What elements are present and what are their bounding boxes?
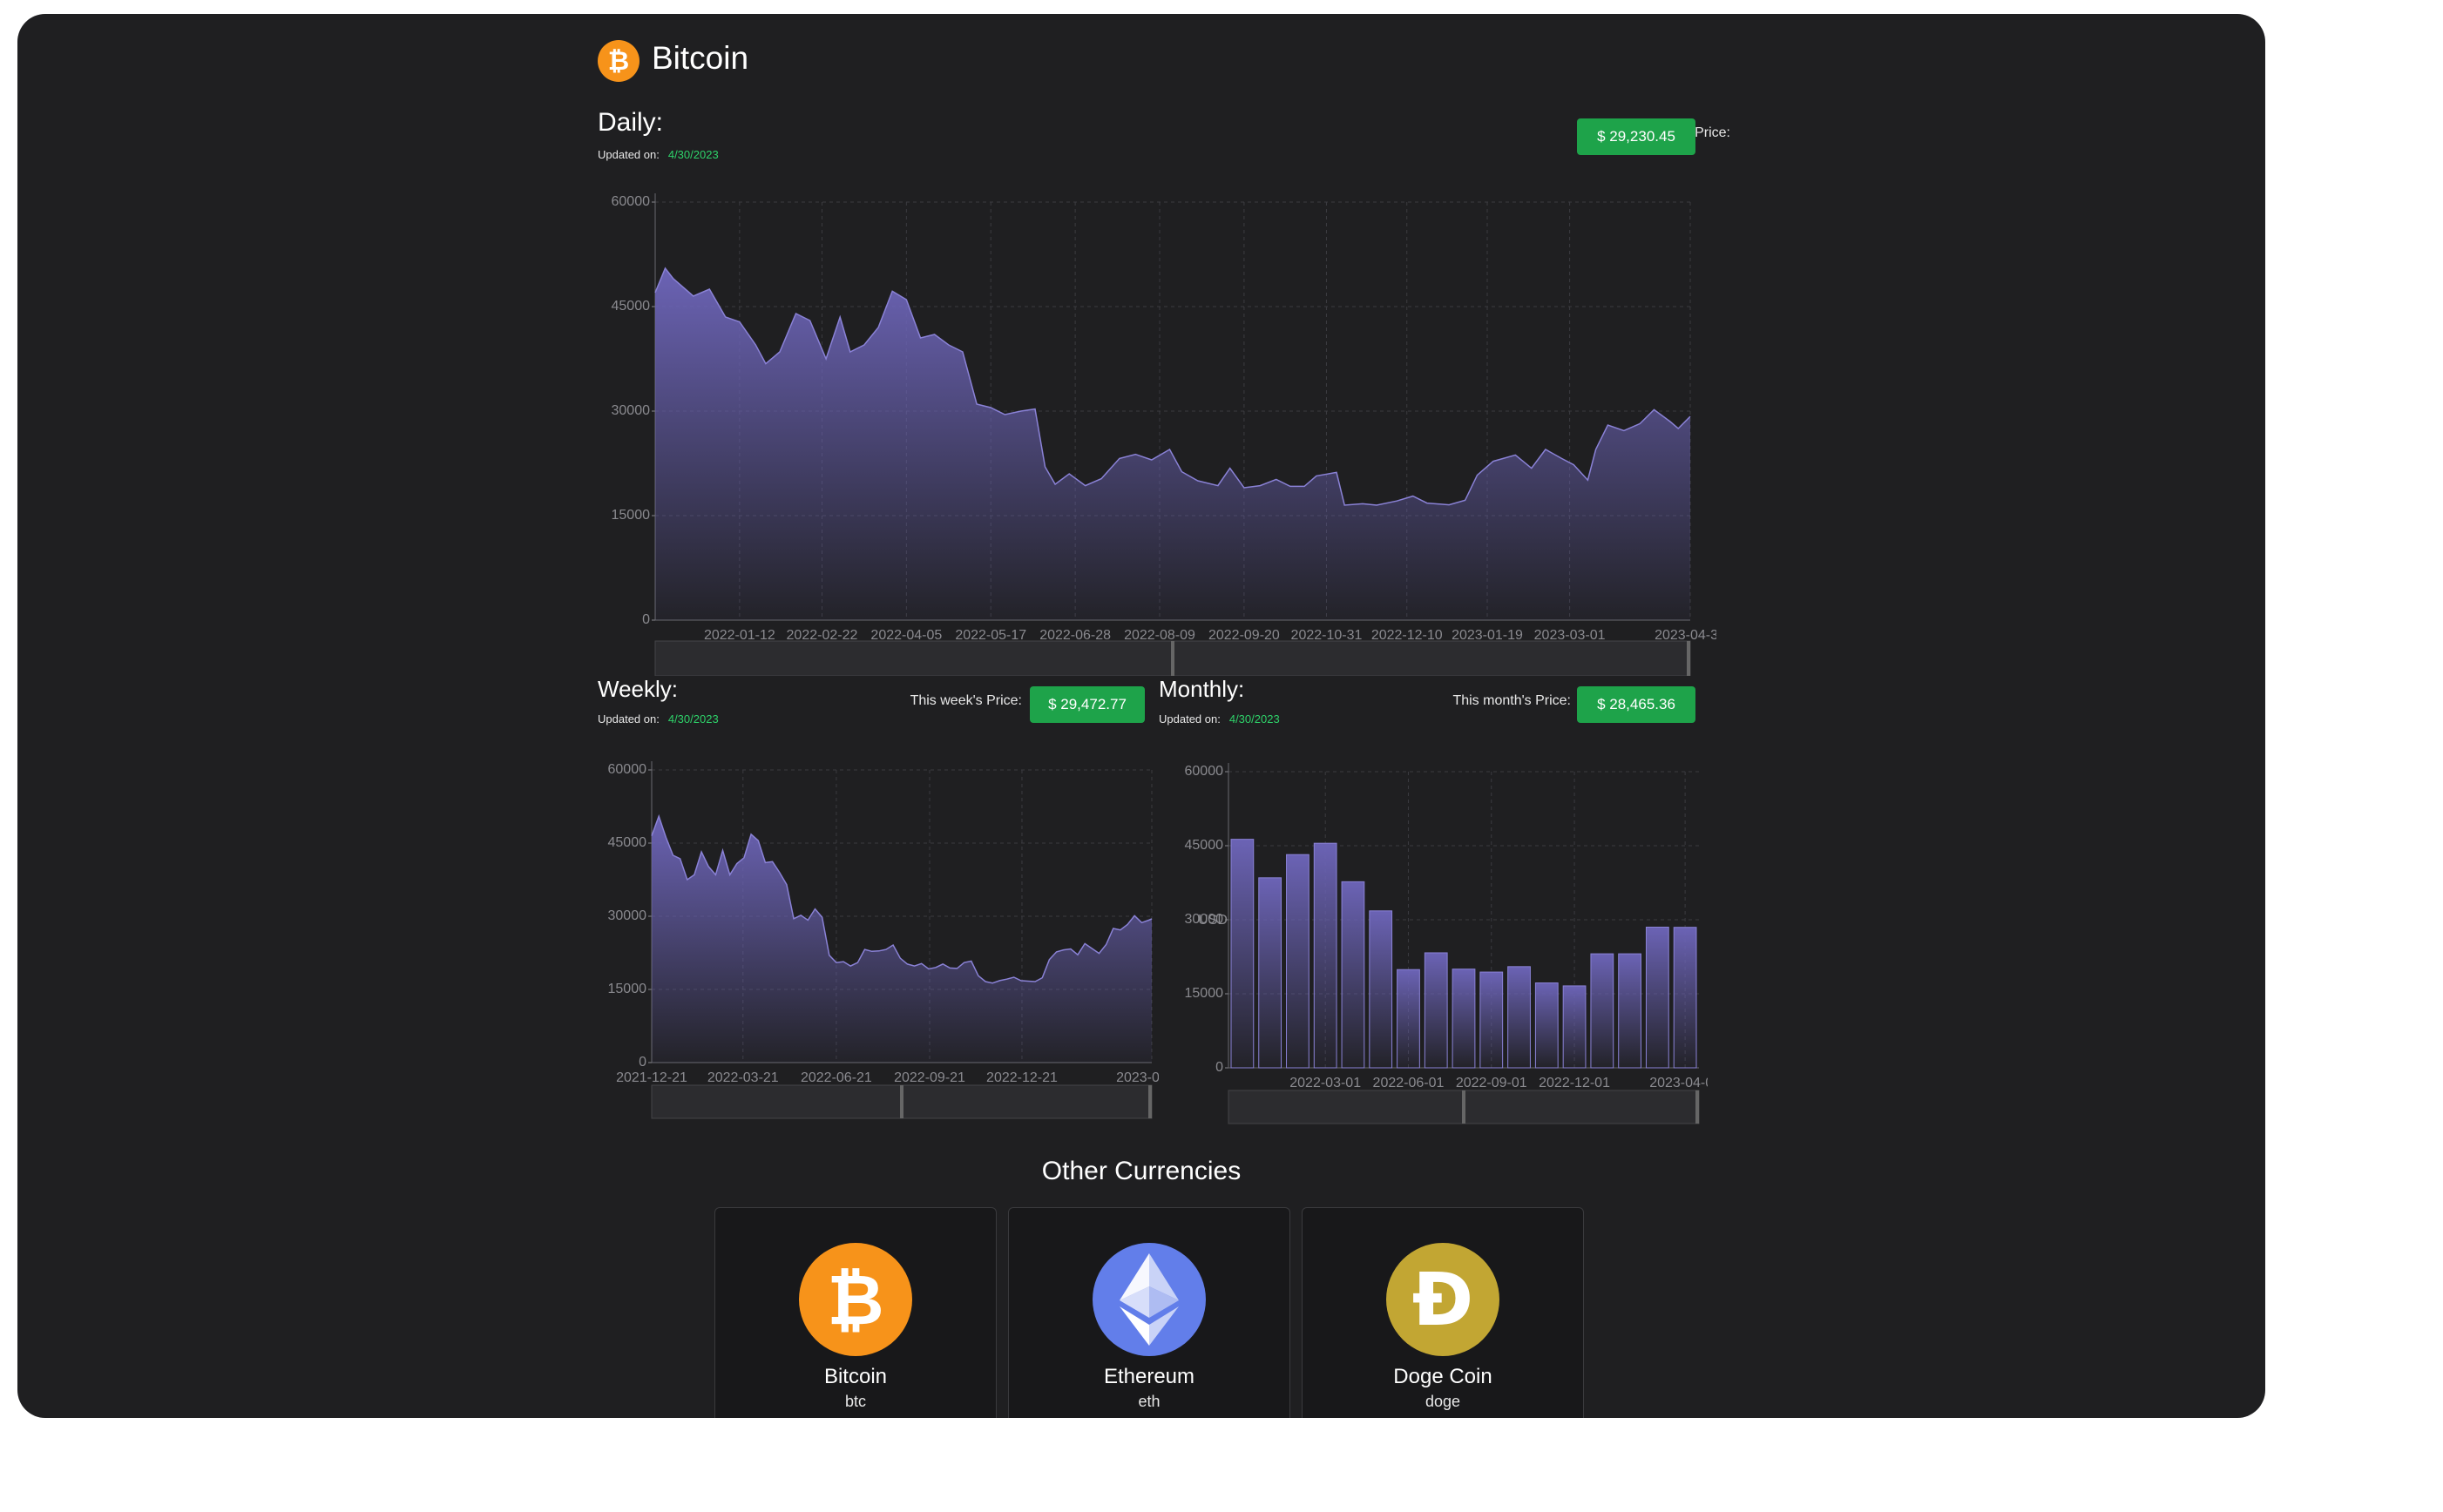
y-tick-label: 15000	[608, 982, 647, 996]
price-bar[interactable]	[1452, 969, 1476, 1069]
y-tick-label: 0	[1215, 1060, 1223, 1075]
y-tick-label: 15000	[1185, 986, 1224, 1001]
range-slider-handle-left[interactable]	[1462, 1090, 1465, 1124]
daily-price-button[interactable]: $ 29,230.45	[1577, 118, 1695, 155]
currency-name: Doge Coin	[1393, 1365, 1492, 1388]
currency-symbol: btc	[844, 1393, 866, 1410]
price-bar[interactable]	[1313, 842, 1337, 1069]
weekly-price-button[interactable]: $ 29,472.77	[1030, 686, 1145, 723]
price-bar[interactable]	[1479, 971, 1504, 1069]
y-tick-label: 45000	[608, 835, 647, 850]
x-tick-label: 2022-10-31	[1291, 628, 1363, 643]
y-tick-label: 0	[639, 1055, 646, 1070]
currency-card-bitcoin[interactable]: ₿ Bitcoin btc	[714, 1207, 997, 1418]
x-tick-label: 2022-06-28	[1039, 628, 1111, 643]
x-tick-label: 2022-02-22	[787, 628, 858, 643]
currency-name: Ethereum	[1103, 1365, 1195, 1388]
other-currencies-title: Other Currencies	[1041, 1157, 1242, 1185]
weekly-title: Weekly:	[598, 676, 678, 702]
weekly-updated: Updated on: 4/30/2023	[598, 712, 719, 726]
x-tick-label: 2022-09-21	[894, 1070, 965, 1085]
y-tick-label: 60000	[1185, 764, 1224, 779]
page-title: Bitcoin	[652, 40, 749, 76]
price-bar[interactable]	[1673, 927, 1697, 1069]
monthly-price-button[interactable]: $ 28,465.36	[1577, 686, 1695, 723]
range-slider-handle-right[interactable]	[1687, 641, 1690, 676]
x-tick-label: 2021-12-21	[616, 1070, 687, 1085]
weekly-chart[interactable]: 0 15000 30000 45000 60000 2021-12-21 2022-03-2…	[592, 746, 1159, 1129]
y-tick-label: 45000	[612, 299, 651, 314]
x-tick-label: 2022-01-12	[704, 628, 775, 643]
monthly-chart[interactable]: 0150003000045000600002022-03-01 2022-06-0…	[1150, 746, 1708, 1129]
price-bar[interactable]	[1424, 952, 1448, 1069]
y-tick-label: 0	[642, 612, 650, 627]
app-window: ₿ Bitcoin Daily: Updated on:4/30/2023 To…	[17, 14, 2265, 1418]
dogecoin-icon: Ð	[1386, 1243, 1499, 1356]
y-tick-label: 60000	[608, 762, 647, 777]
x-tick-label: 2023-03-01	[1534, 628, 1606, 643]
x-tick-label: 2022-12-21	[986, 1070, 1058, 1085]
currency-card-dogecoin[interactable]: Ð Doge Coin doge	[1302, 1207, 1584, 1418]
x-tick-label: 2022-08-09	[1124, 628, 1195, 643]
ethereum-icon	[1093, 1243, 1206, 1356]
daily-title: Daily:	[598, 108, 664, 137]
x-tick-label: 2022-03-21	[707, 1070, 779, 1085]
monthly-updated-label: Updated on:	[1159, 712, 1221, 726]
currency-symbol: eth	[1138, 1393, 1161, 1410]
range-slider-handle-left[interactable]	[900, 1085, 903, 1118]
price-bar[interactable]	[1534, 982, 1559, 1069]
y-tick-label: 60000	[612, 194, 651, 209]
x-tick-label: 2022-03-01	[1289, 1076, 1361, 1090]
range-slider-handle-left[interactable]	[1171, 641, 1174, 676]
currency-symbol: doge	[1425, 1393, 1461, 1410]
x-tick-label: 2022-04-05	[870, 628, 942, 643]
monthly-updated-date: 4/30/2023	[1228, 712, 1280, 726]
y-axis-unit: USD	[1198, 913, 1228, 928]
price-bar[interactable]	[1507, 966, 1531, 1069]
price-bar[interactable]	[1369, 910, 1393, 1069]
bitcoin-icon: ₿	[799, 1243, 912, 1356]
price-bar[interactable]	[1230, 839, 1255, 1069]
price-bar[interactable]	[1590, 953, 1614, 1069]
currency-card-ethereum[interactable]: Ethereum eth	[1008, 1207, 1290, 1418]
daily-updated-date: 4/30/2023	[667, 148, 719, 161]
x-tick-label: 2022-06-01	[1373, 1076, 1445, 1090]
x-tick-label: 2022-12-10	[1371, 628, 1443, 643]
weekly-updated-label: Updated on:	[598, 712, 660, 726]
price-area	[652, 816, 1152, 1063]
daily-chart[interactable]: 0 15000 30000 45000 60000 2022-01-12 2022-02-2…	[592, 179, 1716, 676]
currency-name: Bitcoin	[823, 1365, 888, 1388]
range-slider-handle-right[interactable]	[1695, 1090, 1699, 1124]
daily-updated: Updated on: 4/30/2023	[598, 148, 719, 161]
x-tick-label: 2022-09-20	[1208, 628, 1280, 643]
x-tick-label: 2022-12-01	[1539, 1076, 1610, 1090]
price-bar[interactable]	[1618, 953, 1641, 1069]
x-tick-label: 2023-04-01	[1649, 1076, 1708, 1090]
price-bar[interactable]	[1341, 881, 1365, 1069]
monthly-title: Monthly:	[1159, 676, 1245, 702]
monthly-price-label: This month's Price:	[1452, 693, 1571, 708]
y-tick-label: 30000	[612, 403, 651, 418]
price-bar[interactable]	[1397, 969, 1420, 1069]
monthly-updated: Updated on: 4/30/2023	[1159, 712, 1280, 726]
x-tick-label: 2023-01-19	[1452, 628, 1523, 643]
y-tick-label: 15000	[612, 508, 651, 523]
x-tick-label: 2023-04-30	[1655, 628, 1716, 643]
x-tick-label: 2022-05-17	[955, 628, 1026, 643]
price-bar[interactable]	[1286, 854, 1309, 1069]
x-tick-label: 2022-09-01	[1456, 1076, 1527, 1090]
price-bar[interactable]	[1645, 927, 1669, 1069]
price-bar[interactable]	[1258, 877, 1282, 1069]
bitcoin-icon: ₿	[598, 40, 640, 82]
weekly-price-label: This week's Price:	[910, 693, 1022, 708]
weekly-updated-date: 4/30/2023	[667, 712, 719, 726]
y-tick-label: 45000	[1185, 838, 1224, 853]
y-tick-label: 30000	[608, 908, 647, 923]
x-tick-label: 2022-06-21	[801, 1070, 872, 1085]
daily-updated-label: Updated on:	[598, 148, 660, 161]
price-bar[interactable]	[1562, 985, 1587, 1069]
